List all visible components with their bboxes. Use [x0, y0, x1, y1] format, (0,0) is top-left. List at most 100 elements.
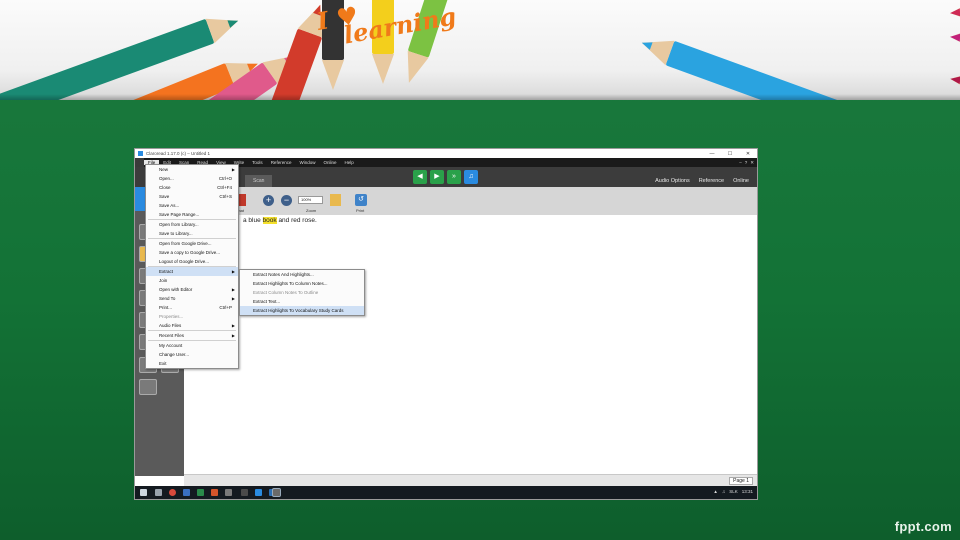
menu-item-my-account[interactable]: My Account: [146, 341, 238, 350]
menu-item-label: Save to Library...: [159, 231, 193, 236]
speaker-icon[interactable]: ♫: [464, 170, 478, 184]
watermark: fppt.com: [894, 519, 952, 534]
playback-controls: ◀ ▶ » ♫: [413, 170, 478, 184]
menu-item-label: Close: [159, 185, 171, 190]
menu-item-save[interactable]: Save Ctrl+S: [146, 192, 238, 201]
toolbar: rmat + − 100% Zoom ↺ Print: [184, 187, 757, 215]
online-link[interactable]: Online: [733, 178, 749, 184]
fast-forward-icon[interactable]: »: [447, 170, 461, 184]
taskbar-app-2-icon[interactable]: [183, 489, 190, 496]
menu-item-extract-text[interactable]: Extract Text...: [240, 297, 364, 306]
document-area[interactable]: a blue book and red rose.: [184, 215, 757, 474]
banner-title-line2: learning: [341, 1, 459, 50]
menu-item-audio-files[interactable]: Audio Files ▶: [146, 321, 238, 330]
taskbar-app-1-icon[interactable]: [155, 489, 162, 496]
page-view-icon[interactable]: [330, 194, 341, 206]
menu-item-label: Open from Google Drive...: [159, 241, 212, 246]
pencil-lightblue: [637, 30, 863, 100]
menu-item-extract-highlights-to-column-notes[interactable]: Extract Highlights To Column Notes...: [240, 279, 364, 288]
menu-item-extract-highlights-to-vocabulary-study-cards[interactable]: Extract Highlights To Vocabulary Study C…: [240, 306, 364, 315]
menu-item-save-a-copy-to-google-drive[interactable]: Save a copy to Google Drive...: [146, 248, 238, 257]
menu-item-extract-notes-and-highlights[interactable]: Extract Notes And Highlights...: [240, 270, 364, 279]
menu-item-open-with-editor[interactable]: Open with Editor ▶: [146, 285, 238, 294]
menu-item-open-from-library[interactable]: Open from Library...: [146, 220, 238, 229]
submenu-arrow-icon: ▶: [231, 287, 235, 292]
doc-close-button[interactable]: ✕: [750, 160, 754, 166]
print-icon[interactable]: ↺: [355, 194, 367, 206]
status-bar: Page 1: [184, 474, 757, 486]
menu-item-extract[interactable]: Extract ▶: [146, 267, 238, 276]
zoom-out-icon[interactable]: −: [281, 195, 292, 206]
clock[interactable]: 13:31: [742, 489, 753, 494]
menu-item-label: Audio Files: [159, 323, 182, 328]
menu-reference[interactable]: Reference: [267, 160, 296, 165]
menu-item-save-to-library[interactable]: Save to Library...: [146, 229, 238, 238]
menu-item-change-user[interactable]: Change User...: [146, 350, 238, 359]
window-title: Claroread 1.17.0 (c) – Untitled 1: [146, 151, 211, 156]
rewind-icon[interactable]: ◀: [413, 170, 427, 184]
close-button[interactable]: ✕: [739, 151, 757, 157]
minimize-button[interactable]: —: [703, 151, 721, 157]
menu-window[interactable]: Window: [295, 160, 319, 165]
doc-minimize-button[interactable]: –: [739, 160, 742, 166]
menu-help[interactable]: Help: [340, 160, 357, 165]
app-menu-icon[interactable]: [135, 158, 144, 167]
menu-item-open-from-google-drive[interactable]: Open from Google Drive...: [146, 239, 238, 248]
menu-item-logout-of-google-drive[interactable]: Logout of Google Drive...: [146, 257, 238, 266]
menu-item-save-as[interactable]: Save As...: [146, 201, 238, 210]
menu-item-properties: Properties...: [146, 312, 238, 321]
menu-item-send-to[interactable]: Send To ▶: [146, 294, 238, 303]
menu-item-label: Save: [159, 194, 170, 199]
reference-link[interactable]: Reference: [699, 178, 724, 184]
start-icon[interactable]: [140, 489, 147, 496]
excel-icon[interactable]: [197, 489, 204, 496]
taskbar: ▲ ♫ SLK 13:31: [135, 486, 757, 499]
menu-tools[interactable]: Tools: [248, 160, 267, 165]
maximize-button[interactable]: ☐: [721, 151, 739, 157]
menu-item-extract-column-notes-to-outline: Extract Column Notes To Outline: [240, 288, 364, 297]
menu-item-label: Send To: [159, 296, 176, 301]
audio-options-link[interactable]: Audio Options: [655, 178, 690, 184]
submenu-arrow-icon: ▶: [231, 269, 235, 274]
menu-item-shortcut: Ctrl+O: [218, 176, 232, 181]
menu-item-label: Extract Notes And Highlights...: [253, 272, 314, 277]
menu-item-join[interactable]: Join: [146, 276, 238, 285]
play-icon[interactable]: ▶: [430, 170, 444, 184]
claroread-taskbar-icon[interactable]: [272, 488, 281, 497]
menu-item-label: Print...: [159, 305, 173, 310]
submenu-arrow-icon: ▶: [231, 333, 235, 338]
menu-item-label: Extract Highlights To Column Notes...: [253, 281, 328, 286]
tab-scan[interactable]: Scan: [245, 175, 273, 187]
format-icon[interactable]: [239, 194, 246, 206]
network-icon[interactable]: ▲: [713, 489, 717, 494]
volume-icon[interactable]: ♫: [722, 489, 725, 494]
menu-item-save-page-range[interactable]: Save Page Range...: [146, 210, 238, 219]
taskbar-app-3-icon[interactable]: [225, 489, 232, 496]
menu-item-label: Extract Text...: [253, 299, 281, 304]
menu-item-print[interactable]: Print... Ctrl+P: [146, 303, 238, 312]
help-icon[interactable]: ?: [745, 160, 748, 166]
menubar-right-controls: – ? ✕: [739, 160, 757, 166]
menu-item-open[interactable]: Open... Ctrl+O: [146, 174, 238, 183]
menu-item-recent-files[interactable]: Recent Files ▶: [146, 331, 238, 340]
menu-item-label: Open with Editor: [159, 287, 193, 292]
menu-item-label: Extract Highlights To Vocabulary Study C…: [253, 308, 344, 313]
image-icon[interactable]: [139, 379, 157, 395]
menu-item-new[interactable]: New ▶: [146, 165, 238, 174]
taskbar-app-5-icon[interactable]: [255, 489, 262, 496]
window-controls: — ☐ ✕: [703, 151, 757, 157]
menu-item-label: Save As...: [159, 203, 180, 208]
menu-item-label: Extract: [159, 269, 174, 274]
menu-item-exit[interactable]: Exit: [146, 359, 238, 368]
menu-item-shortcut: Ctrl+F4: [217, 185, 232, 190]
menu-online[interactable]: Online: [319, 160, 340, 165]
menu-item-close[interactable]: Close Ctrl+F4: [146, 183, 238, 192]
zoom-in-icon[interactable]: +: [263, 195, 274, 206]
zoom-select[interactable]: 100%: [298, 196, 323, 204]
chrome-icon[interactable]: [169, 489, 176, 496]
powerpoint-icon[interactable]: [211, 489, 218, 496]
menu-item-label: Open...: [159, 176, 174, 181]
language-indicator[interactable]: SLK: [729, 489, 738, 494]
taskbar-app-4-icon[interactable]: [241, 489, 248, 496]
document-text[interactable]: a blue book and red rose.: [243, 217, 317, 224]
